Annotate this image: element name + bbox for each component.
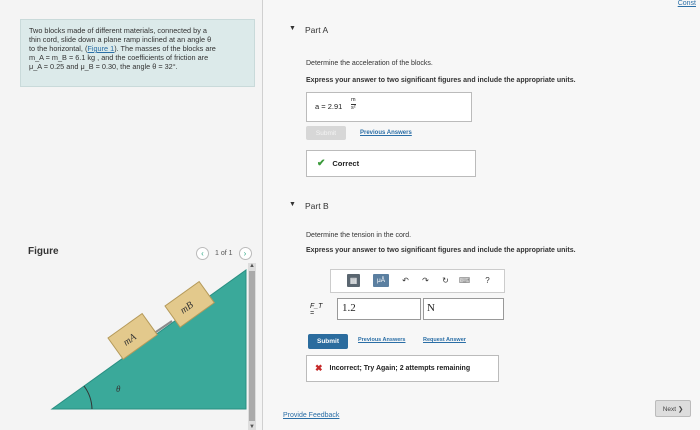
part-b-request-answer-link[interactable]: Request Answer [423,337,466,343]
constants-link[interactable]: Const [678,0,696,7]
angle-label: θ [116,384,121,394]
part-b-previous-answers-link[interactable]: Previous Answers [358,337,405,343]
part-a-title[interactable]: Part A [305,25,328,35]
unit-numerator: m [351,97,356,105]
part-a-submit-button: Submit [306,126,346,140]
check-icon: ✔ [317,158,326,169]
help-icon[interactable]: ? [481,274,494,287]
keyboard-icon[interactable]: ⌨ [458,274,471,287]
part-a-instruction: Express your answer to two significant f… [306,77,576,84]
scroll-up-icon[interactable]: ▲ [249,263,255,269]
ramp-figure: mA mB θ [50,269,247,410]
part-a-answer-value: a = 2.91 [315,102,343,111]
part-a-result: ✔ Correct [306,150,476,177]
next-button[interactable]: Next ❯ [655,400,691,417]
provide-feedback-link[interactable]: Provide Feedback [283,412,339,419]
part-b-collapse-icon[interactable]: ▼ [289,201,296,208]
redo-icon[interactable]: ↷ [419,274,432,287]
tension-variable-label: F_T = [310,303,323,317]
part-b-instruction: Express your answer to two significant f… [306,247,576,254]
part-b-prompt: Determine the tension in the cord. [306,232,412,239]
scroll-thumb[interactable] [249,271,255,421]
part-a-previous-answers-link[interactable]: Previous Answers [360,130,412,136]
figure-scrollbar[interactable]: ▲ ▼ [248,263,256,430]
tension-unit-input[interactable]: N [423,298,504,320]
part-b-result: ✖ Incorrect; Try Again; 2 attempts remai… [306,355,499,382]
units-button[interactable]: μÅ [373,274,389,287]
part-b-result-text: Incorrect; Try Again; 2 attempts remaini… [329,365,471,372]
x-icon: ✖ [315,363,323,373]
part-a-answer-unit: m s² [351,97,356,112]
page: Two blocks made of different materials, … [0,0,700,430]
part-a-prompt: Determine the acceleration of the blocks… [306,60,433,67]
part-a-answer-box: a = 2.91 m s² [306,92,472,122]
undo-icon[interactable]: ↶ [399,274,412,287]
part-a-collapse-icon[interactable]: ▼ [289,25,296,32]
math-toolbar: ▦ μÅ ↶ ↷ ↻ ⌨ ? [330,269,505,293]
scroll-down-icon[interactable]: ▼ [249,424,255,430]
part-a-result-text: Correct [332,159,360,168]
tension-value-input[interactable]: 1.2 [337,298,421,320]
unit-denominator: s² [351,105,356,111]
problem-panel: Two blocks made of different materials, … [0,0,262,430]
reset-icon[interactable]: ↻ [439,274,452,287]
template-icon[interactable]: ▦ [347,274,360,287]
part-b-title[interactable]: Part B [305,201,329,211]
part-b-submit-button[interactable]: Submit [308,334,348,349]
